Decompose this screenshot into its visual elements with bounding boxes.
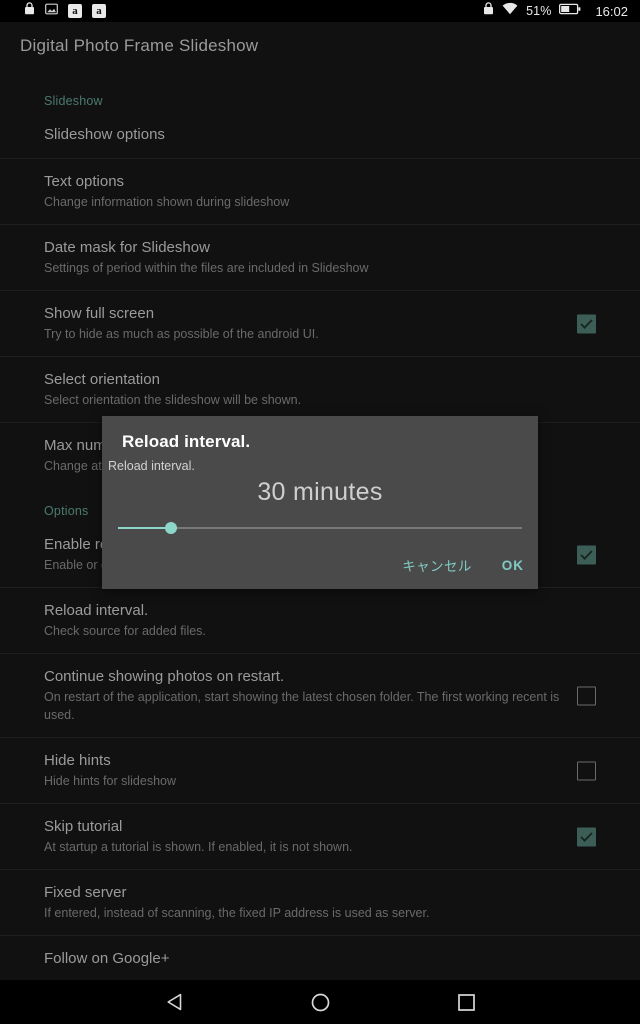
pref-subtitle: On restart of the application, start sho… — [44, 690, 560, 722]
amazon-icon: a — [92, 4, 106, 18]
battery-percent-label: 51% — [526, 4, 552, 18]
pref-show-full-screen[interactable]: Show full screen Try to hide as much as … — [0, 290, 640, 356]
checkbox-hide-hints[interactable] — [577, 761, 596, 780]
dialog-message: Reload interval. — [108, 459, 195, 473]
reload-interval-dialog: Reload interval. Reload interval. 30 min… — [102, 416, 538, 589]
pref-skip-tutorial[interactable]: Skip tutorial At startup a tutorial is s… — [0, 803, 640, 869]
pref-reload-interval[interactable]: Reload interval. Check source for added … — [0, 587, 640, 653]
recents-square-icon[interactable] — [443, 980, 489, 1024]
ok-button[interactable]: OK — [502, 558, 524, 573]
dialog-button-row: キャンセル OK — [402, 555, 524, 575]
pref-title: Text options — [44, 173, 125, 190]
status-bar-left-icons: a a — [24, 2, 106, 20]
slider-fill — [118, 527, 171, 529]
android-screen: a a 51% 16:02 Digital Photo Frame Slides… — [0, 0, 640, 1024]
pref-fixed-server[interactable]: Fixed server If entered, instead of scan… — [0, 869, 640, 935]
lock-icon — [24, 2, 35, 20]
pref-title: Hide hints — [44, 752, 111, 769]
status-bar: a a 51% 16:02 — [0, 0, 640, 22]
pref-slideshow-options[interactable]: Slideshow options — [0, 112, 640, 158]
cancel-button[interactable]: キャンセル — [402, 555, 472, 575]
pref-title: Follow on Google+ — [44, 950, 170, 967]
pref-subtitle: Select orientation the slideshow will be… — [44, 393, 302, 407]
battery-icon — [559, 2, 581, 20]
pref-subtitle: Check source for added files. — [44, 624, 206, 638]
pref-title: Date mask for Slideshow — [44, 239, 210, 256]
pref-subtitle: Change information shown during slidesho… — [44, 195, 290, 209]
slider-thumb[interactable] — [164, 522, 177, 534]
pref-continue-showing-photos[interactable]: Continue showing photos on restart. On r… — [0, 653, 640, 737]
page-title: Digital Photo Frame Slideshow — [20, 36, 259, 55]
home-circle-icon[interactable] — [297, 980, 343, 1024]
status-bar-clock: 16:02 — [595, 3, 628, 19]
lock-icon — [483, 2, 494, 20]
section-header-slideshow: Slideshow — [44, 94, 103, 108]
checkbox-continue-showing-photos[interactable] — [577, 686, 596, 705]
android-navigation-bar — [0, 980, 640, 1024]
slider-track[interactable] — [118, 527, 522, 529]
pref-text-options[interactable]: Text options Change information shown du… — [0, 158, 640, 224]
pref-subtitle: At startup a tutorial is shown. If enabl… — [44, 840, 353, 854]
pref-title: Slideshow options — [44, 126, 165, 143]
pref-subtitle: If entered, instead of scanning, the fix… — [44, 906, 430, 920]
checkbox-skip-tutorial[interactable] — [577, 827, 596, 846]
pref-date-mask[interactable]: Date mask for Slideshow Settings of peri… — [0, 224, 640, 290]
pref-follow-on-google-plus[interactable]: Follow on Google+ — [0, 935, 640, 980]
reload-interval-slider[interactable] — [118, 515, 522, 541]
pref-title: Show full screen — [44, 305, 155, 322]
pref-subtitle: Settings of period within the files are … — [44, 261, 369, 275]
back-triangle-icon[interactable] — [151, 980, 197, 1024]
checkbox-show-full-screen[interactable] — [577, 314, 596, 333]
wifi-icon — [502, 2, 518, 20]
checkbox-enable-reload[interactable] — [577, 545, 596, 564]
pref-title: Skip tutorial — [44, 818, 123, 835]
pref-title: Select orientation — [44, 371, 160, 388]
amazon-icon: a — [68, 4, 82, 18]
pref-title: Continue showing photos on restart. — [44, 668, 285, 685]
pref-select-orientation[interactable]: Select orientation Select orientation th… — [0, 356, 640, 422]
pref-subtitle: Try to hide as much as possible of the a… — [44, 327, 319, 341]
pref-title: Reload interval. — [44, 602, 149, 619]
dialog-value-label: 30 minutes — [257, 478, 383, 506]
pref-subtitle: Hide hints for slideshow — [44, 774, 177, 788]
screenshot-icon — [45, 2, 58, 20]
pref-hide-hints[interactable]: Hide hints Hide hints for slideshow — [0, 737, 640, 803]
status-bar-right-icons: 51% 16:02 — [483, 2, 628, 20]
dialog-title: Reload interval. — [122, 432, 251, 451]
pref-title: Fixed server — [44, 884, 127, 901]
